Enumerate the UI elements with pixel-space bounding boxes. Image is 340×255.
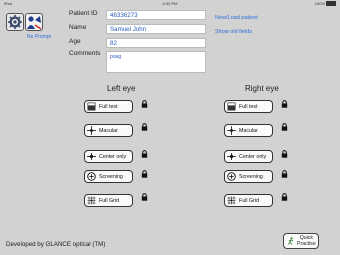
full-test-icon bbox=[87, 102, 96, 111]
full-grid-icon bbox=[227, 196, 236, 205]
left-screening-button[interactable]: Screening bbox=[84, 170, 133, 183]
right-center-only-label: Center only bbox=[239, 153, 267, 160]
full-grid-icon bbox=[87, 196, 96, 205]
full-test-icon bbox=[227, 102, 236, 111]
center-only-icon bbox=[87, 153, 96, 160]
right-screening-label: Screening bbox=[239, 173, 263, 180]
lock-icon[interactable] bbox=[281, 170, 288, 178]
lock-icon[interactable] bbox=[281, 150, 288, 158]
left-macular-label: Macular bbox=[99, 127, 118, 134]
lock-icon[interactable] bbox=[141, 170, 148, 178]
screening-icon bbox=[227, 172, 236, 181]
right-macular-label: Macular bbox=[239, 127, 258, 134]
comments-label: Comments bbox=[69, 50, 101, 57]
name-label: Name bbox=[69, 24, 87, 31]
age-field[interactable]: 82 bbox=[106, 38, 206, 48]
battery-label: 100% bbox=[314, 1, 325, 6]
right-eye-heading: Right eye bbox=[245, 84, 279, 93]
center-only-icon bbox=[227, 153, 236, 160]
no-prompt-label: No Prompt bbox=[27, 34, 51, 40]
left-center-only-button[interactable]: Center only bbox=[84, 150, 133, 163]
person-walking-icon bbox=[288, 237, 294, 245]
age-label: Age bbox=[69, 38, 81, 45]
clock: 6:32 PM bbox=[162, 1, 178, 6]
macular-icon bbox=[87, 126, 96, 135]
status-bar: iPad 6:32 PM 100% bbox=[0, 0, 340, 7]
gear-icon bbox=[8, 15, 22, 29]
macular-icon bbox=[227, 126, 236, 135]
left-eye-heading: Left eye bbox=[107, 84, 136, 93]
settings-button[interactable] bbox=[6, 13, 24, 31]
lock-icon[interactable] bbox=[141, 100, 148, 108]
new-load-patient-link[interactable]: New/Load patient bbox=[215, 15, 258, 21]
right-center-only-button[interactable]: Center only bbox=[224, 150, 273, 163]
right-macular-button[interactable]: Macular bbox=[224, 124, 273, 137]
right-full-grid-button[interactable]: Full Grid bbox=[224, 194, 273, 207]
battery-indicator: 100% bbox=[315, 0, 336, 7]
left-full-grid-button[interactable]: Full Grid bbox=[84, 194, 133, 207]
left-macular-button[interactable]: Macular bbox=[84, 124, 133, 137]
screening-icon bbox=[87, 172, 96, 181]
lock-icon[interactable] bbox=[281, 100, 288, 108]
name-field[interactable]: Samuel John bbox=[106, 24, 206, 34]
developer-credit: Developed by GLANCE optical (TM) bbox=[6, 241, 106, 248]
right-full-test-label: Full test bbox=[239, 103, 258, 110]
battery-icon bbox=[326, 1, 336, 7]
lock-icon[interactable] bbox=[281, 123, 288, 131]
left-full-test-button[interactable]: Full test bbox=[84, 100, 133, 113]
left-full-grid-label: Full Grid bbox=[99, 197, 120, 204]
right-screening-button[interactable]: Screening bbox=[224, 170, 273, 183]
left-center-only-label: Center only bbox=[99, 153, 127, 160]
quick-practise-line2: Practise bbox=[297, 241, 316, 247]
left-screening-label: Screening bbox=[99, 173, 123, 180]
quick-practise-button[interactable]: Quick Practise bbox=[283, 233, 319, 249]
lock-icon[interactable] bbox=[141, 150, 148, 158]
lock-icon[interactable] bbox=[141, 123, 148, 131]
show-old-fields-link[interactable]: Show old fields bbox=[215, 29, 252, 35]
lock-icon[interactable] bbox=[141, 193, 148, 201]
right-full-grid-label: Full Grid bbox=[239, 197, 260, 204]
lock-icon[interactable] bbox=[281, 193, 288, 201]
comments-field[interactable]: poag bbox=[106, 51, 206, 73]
prompt-toggle-button[interactable] bbox=[25, 13, 43, 31]
right-full-test-button[interactable]: Full test bbox=[224, 100, 273, 113]
person-voice-icon bbox=[27, 16, 42, 30]
patient-id-label: Patient ID bbox=[69, 10, 98, 17]
left-full-test-label: Full test bbox=[99, 103, 118, 110]
patient-id-field[interactable]: 46336273 bbox=[106, 10, 206, 20]
